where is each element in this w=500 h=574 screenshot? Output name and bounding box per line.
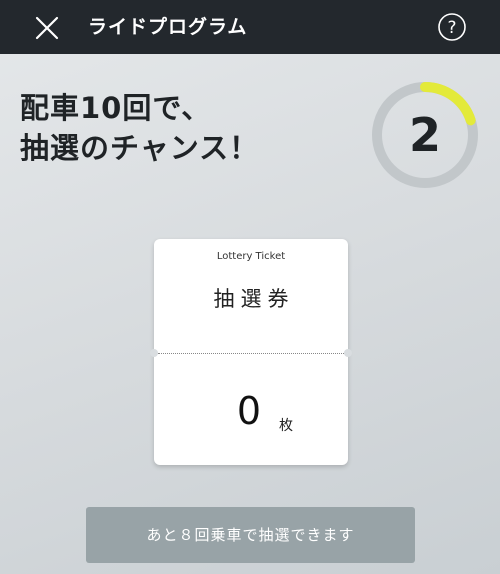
ticket-notch-left: [150, 349, 158, 357]
svg-text:?: ?: [447, 18, 456, 38]
lottery-ticket-card: Lottery Ticket 抽選券 0 枚: [150, 239, 352, 465]
promo-line-1: 配車10回で、: [20, 91, 212, 125]
page-title: ライドプログラム: [88, 16, 248, 38]
close-button[interactable]: [30, 11, 64, 45]
help-icon: ?: [438, 13, 466, 41]
ticket-unit: 枚: [279, 418, 293, 434]
ticket-perforation: [158, 353, 344, 354]
ticket-title-jp: 抽選券: [213, 287, 295, 311]
ride-count: 2: [408, 108, 441, 162]
promo-line-2: 抽選のチャンス！: [20, 131, 260, 165]
close-icon: [35, 16, 59, 40]
ticket-title-en: Lottery Ticket: [216, 251, 286, 262]
promo-headline: 配車10回で、 抽選のチャンス！: [20, 88, 259, 168]
ticket-notch-right: [344, 349, 352, 357]
help-button[interactable]: ?: [436, 11, 468, 43]
lottery-status-button[interactable]: あと８回乗車で抽選できます: [86, 507, 415, 563]
ticket-count: 0: [236, 389, 262, 433]
app-header: ライドプログラム ?: [0, 0, 500, 54]
